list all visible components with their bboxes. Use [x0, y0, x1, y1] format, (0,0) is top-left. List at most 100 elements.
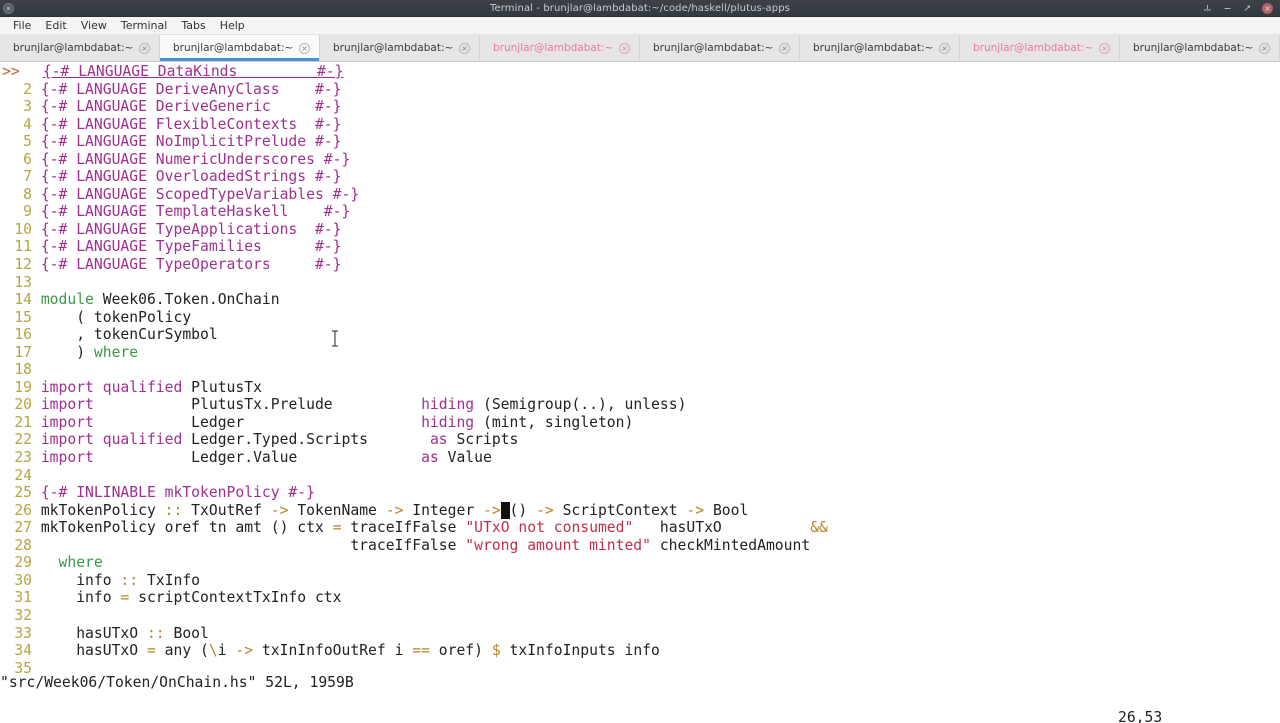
- editor-line[interactable]: 7{-# LANGUAGE OverloadedStrings #-}: [0, 168, 1280, 186]
- window-controls: [1202, 3, 1280, 14]
- line-content: ( tokenPolicy: [41, 309, 191, 326]
- editor-line[interactable]: 12{-# LANGUAGE TypeOperators #-}: [0, 256, 1280, 274]
- editor-line[interactable]: 27mkTokenPolicy oref tn amt () ctx = tra…: [0, 519, 1280, 537]
- tab-close-icon[interactable]: ×: [619, 43, 630, 54]
- terminal-tab-bell[interactable]: brunjlar@lambdabat:~/co... ×: [960, 35, 1120, 61]
- editor-line[interactable]: 11 {-# LANGUAGE TypeFamilies #-}: [0, 238, 1280, 256]
- line-content: ) where: [41, 344, 138, 361]
- line-content: import qualified PlutusTx: [41, 379, 262, 396]
- editor-line[interactable]: 2{-# LANGUAGE DeriveAnyClass #-}: [0, 81, 1280, 99]
- editor-line[interactable]: 31 info = scriptContextTxInfo ctx: [0, 589, 1280, 607]
- editor-line[interactable]: 33 hasUTxO :: Bool: [0, 625, 1280, 643]
- terminal-icon: [3, 3, 14, 14]
- line-number: 15: [0, 309, 32, 327]
- editor-line[interactable]: 24: [0, 467, 1280, 485]
- line-number: 22: [0, 431, 32, 449]
- editor-line[interactable]: 6{-# LANGUAGE NumericUnderscores #-}: [0, 151, 1280, 169]
- editor-line[interactable]: 15 ( tokenPolicy: [0, 309, 1280, 327]
- tab-bar: brunjlar@lambdabat:~/co... × brunjlar@la…: [0, 35, 1280, 62]
- restore-icon[interactable]: [1242, 3, 1253, 14]
- line-content: import Ledger.Value as Value: [41, 449, 492, 466]
- menu-item-terminal[interactable]: Terminal: [114, 17, 175, 34]
- line-content: hasUTxO :: Bool: [41, 625, 209, 642]
- line-content: import Ledger hiding (mint, singleton): [41, 414, 634, 431]
- editor-line[interactable]: >>{-# LANGUAGE DataKinds #-}: [0, 63, 1280, 81]
- line-number: 23: [0, 449, 32, 467]
- editor-line[interactable]: 16 , tokenCurSymbol: [0, 326, 1280, 344]
- tab-label: brunjlar@lambdabat:~/co...: [973, 42, 1093, 54]
- line-content: {-# LANGUAGE TypeFamilies #-}: [41, 238, 342, 255]
- menu-item-view[interactable]: View: [74, 17, 114, 34]
- terminal-tab[interactable]: brunjlar@lambdabat:~/co... ×: [800, 35, 960, 61]
- maximize-icon[interactable]: [1222, 3, 1233, 14]
- terminal-viewport[interactable]: >>{-# LANGUAGE DataKinds #-}2{-# LANGUAG…: [0, 62, 1280, 723]
- editor-buffer[interactable]: >>{-# LANGUAGE DataKinds #-}2{-# LANGUAG…: [0, 63, 1280, 677]
- menu-item-edit[interactable]: Edit: [38, 17, 73, 34]
- editor-line[interactable]: 32: [0, 607, 1280, 625]
- terminal-tab-active[interactable]: brunjlar@lambdabat:~/co... ×: [160, 35, 320, 61]
- line-content: traceIfFalse "wrong amount minted" check…: [41, 537, 810, 554]
- tab-label: brunjlar@lambdabat:~/co...: [653, 42, 773, 54]
- tab-close-icon[interactable]: ×: [459, 43, 470, 54]
- vim-status-bar: 26,53 Top: [0, 691, 1280, 709]
- tab-close-icon[interactable]: ×: [299, 43, 310, 54]
- tab-close-icon[interactable]: ×: [139, 43, 150, 54]
- line-content: info = scriptContextTxInfo ctx: [41, 589, 342, 606]
- tab-close-icon[interactable]: ×: [939, 43, 950, 54]
- line-content: info :: TxInfo: [41, 572, 200, 589]
- line-content: {-# LANGUAGE ScopedTypeVariables #-}: [41, 186, 359, 203]
- line-number: 10: [0, 221, 32, 239]
- line-content: {-# LANGUAGE TemplateHaskell #-}: [41, 203, 351, 220]
- vim-status-file: "src/Week06/Token/OnChain.hs" 52L, 1959B: [0, 674, 1280, 692]
- editor-line[interactable]: 4{-# LANGUAGE FlexibleContexts #-}: [0, 116, 1280, 134]
- line-content: module Week06.Token.OnChain: [41, 291, 280, 308]
- terminal-tab[interactable]: brunjlar@lambdabat:~/co... ×: [0, 35, 160, 61]
- terminal-tab[interactable]: brunjlar@lambdabat:~/co... ×: [640, 35, 800, 61]
- terminal-tab-bell[interactable]: brunjlar@lambdabat:~/co... ×: [480, 35, 640, 61]
- terminal-tab[interactable]: brunjlar@lambdabat:~/co... ×: [1120, 35, 1280, 61]
- line-number: 29: [0, 554, 32, 572]
- menu-item-help[interactable]: Help: [213, 17, 252, 34]
- editor-line[interactable]: 18: [0, 361, 1280, 379]
- editor-line[interactable]: 21import Ledger hiding (mint, singleton): [0, 414, 1280, 432]
- line-number: 7: [0, 168, 32, 186]
- editor-line[interactable]: 28 traceIfFalse "wrong amount minted" ch…: [0, 537, 1280, 555]
- tab-close-icon[interactable]: ×: [779, 43, 790, 54]
- editor-line[interactable]: 3 {-# LANGUAGE DeriveGeneric #-}: [0, 98, 1280, 116]
- editor-line[interactable]: 30 info :: TxInfo: [0, 572, 1280, 590]
- line-content: {-# LANGUAGE TypeOperators #-}: [41, 256, 342, 273]
- line-content: {-# LANGUAGE NoImplicitPrelude #-}: [41, 133, 342, 150]
- editor-line[interactable]: 17 ) where: [0, 344, 1280, 362]
- menu-item-file[interactable]: File: [6, 17, 38, 34]
- tab-close-icon[interactable]: ×: [1259, 43, 1270, 54]
- editor-line[interactable]: 8{-# LANGUAGE ScopedTypeVariables #-}: [0, 186, 1280, 204]
- tab-label: brunjlar@lambdabat:~/co...: [493, 42, 613, 54]
- line-content: , tokenCurSymbol: [41, 326, 218, 343]
- editor-line[interactable]: 25{-# INLINABLE mkTokenPolicy #-}: [0, 484, 1280, 502]
- line-number: 5: [0, 133, 32, 151]
- editor-line[interactable]: 34 hasUTxO = any (\i -> txInInfoOutRef i…: [0, 642, 1280, 660]
- editor-line[interactable]: 26mkTokenPolicy :: TxOutRef -> TokenName…: [0, 502, 1280, 520]
- line-content: {-# LANGUAGE DeriveGeneric #-}: [41, 98, 342, 115]
- editor-line[interactable]: 23 import Ledger.Value as Value: [0, 449, 1280, 467]
- editor-line[interactable]: 20import PlutusTx.Prelude hiding (Semigr…: [0, 396, 1280, 414]
- minimize-icon[interactable]: [1202, 3, 1213, 14]
- editor-line[interactable]: 19import qualified PlutusTx: [0, 379, 1280, 397]
- menu-item-tabs[interactable]: Tabs: [174, 17, 212, 34]
- close-icon[interactable]: [1262, 3, 1273, 14]
- tab-close-icon[interactable]: ×: [1099, 43, 1110, 54]
- editor-line[interactable]: 13: [0, 274, 1280, 292]
- line-number: 11: [0, 238, 32, 256]
- editor-line[interactable]: 29 where: [0, 554, 1280, 572]
- line-number: 17: [0, 344, 32, 362]
- line-content: import PlutusTx.Prelude hiding (Semigrou…: [41, 396, 687, 413]
- line-number: 3: [0, 98, 32, 116]
- editor-line[interactable]: 9{-# LANGUAGE TemplateHaskell #-}: [0, 203, 1280, 221]
- editor-line[interactable]: 22import qualified Ledger.Typed.Scripts …: [0, 431, 1280, 449]
- editor-line[interactable]: 14module Week06.Token.OnChain: [0, 291, 1280, 309]
- line-number: 26: [0, 502, 32, 520]
- terminal-tab[interactable]: brunjlar@lambdabat:~/co... ×: [320, 35, 480, 61]
- editor-line[interactable]: 5 {-# LANGUAGE NoImplicitPrelude #-}: [0, 133, 1280, 151]
- editor-line[interactable]: 10{-# LANGUAGE TypeApplications #-}: [0, 221, 1280, 239]
- line-number: 4: [0, 116, 32, 134]
